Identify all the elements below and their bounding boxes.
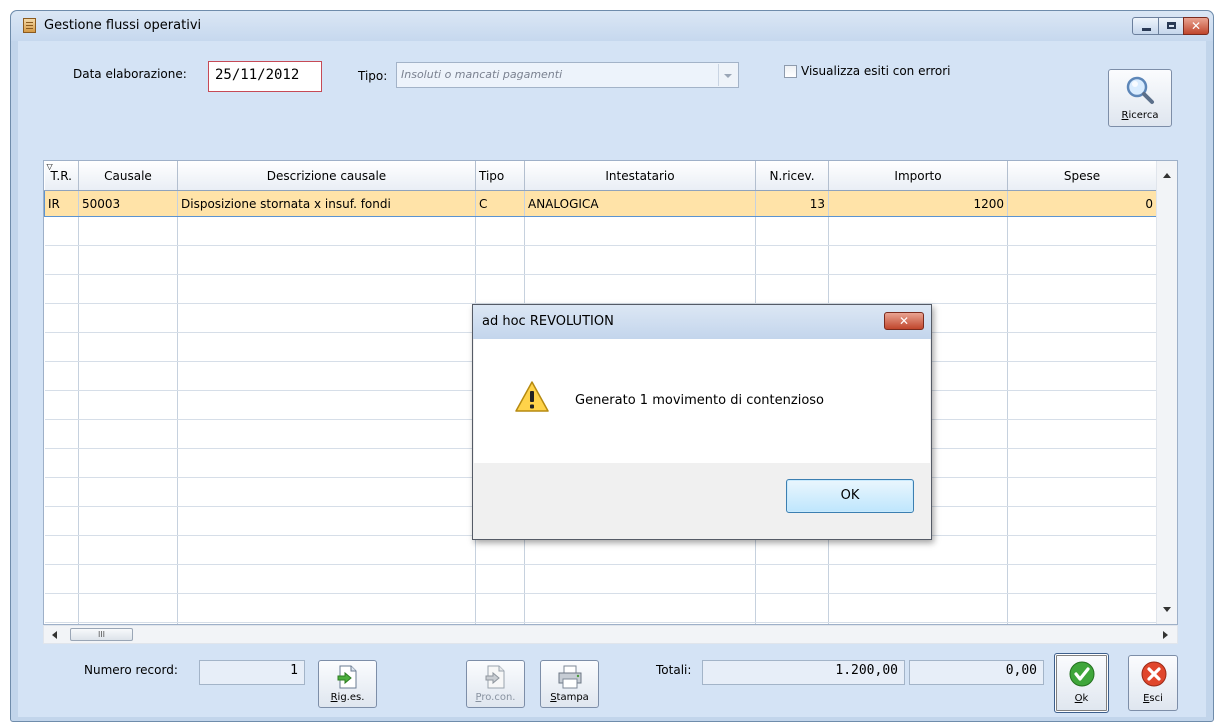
close-icon: ✕	[898, 314, 910, 328]
tipo-label: Tipo:	[358, 69, 388, 83]
numero-record-value: 1	[199, 660, 305, 685]
scroll-right-icon[interactable]	[1163, 631, 1168, 639]
cell-importo[interactable]: 1200	[828, 190, 1008, 217]
horizontal-scrollbar[interactable]: III	[43, 625, 1178, 644]
visualizza-label: Visualizza esiti con errori	[801, 64, 951, 78]
rig-es-button[interactable]: Rig.es.	[318, 660, 377, 708]
grid-header-row: T.R. ▽ Causale Descrizione causale Tipo I…	[44, 161, 1157, 191]
cell-causale[interactable]: 50003	[78, 190, 178, 217]
cell-descrizione[interactable]: Disposizione stornata x insuf. fondi	[177, 190, 476, 217]
scroll-left-icon[interactable]	[52, 631, 57, 639]
maximize-button[interactable]	[1158, 17, 1184, 35]
dialog-title: ad hoc REVOLUTION	[482, 314, 614, 329]
minimize-icon	[1142, 28, 1151, 31]
date-label: Data elaborazione:	[73, 67, 187, 81]
column-header-causale[interactable]: Causale	[78, 161, 178, 191]
window-title: Gestione flussi operativi	[44, 18, 202, 33]
filter-icon: ▽	[46, 162, 53, 171]
cell-intestatario[interactable]: ANALOGICA	[524, 190, 756, 217]
maximize-icon	[1167, 22, 1176, 29]
ok-label: Ok	[1074, 693, 1089, 704]
warning-icon	[515, 381, 549, 412]
scroll-thumb[interactable]: III	[70, 628, 133, 641]
column-header-tr[interactable]: T.R. ▽	[44, 161, 79, 191]
rig-es-label: Rig.es.	[330, 692, 365, 703]
close-icon: ✕	[1190, 19, 1202, 33]
cell-tipo[interactable]: C	[475, 190, 525, 217]
stampa-button[interactable]: Stampa	[540, 660, 599, 708]
checkmark-icon	[1069, 661, 1095, 687]
printer-icon	[558, 665, 582, 689]
tipo-select-value: Insoluti o mancati pagamenti	[401, 68, 563, 81]
cell-tr[interactable]: IR	[44, 190, 79, 217]
visualizza-checkbox[interactable]	[784, 65, 797, 78]
empty-row[interactable]	[44, 274, 1157, 304]
stampa-label: Stampa	[550, 692, 589, 703]
dialog-title-bar[interactable]: ad hoc REVOLUTION ✕	[473, 305, 931, 339]
esci-button[interactable]: Esci	[1128, 655, 1178, 711]
column-header-importo[interactable]: Importo	[828, 161, 1008, 191]
ricerca-button-label: Ricerca	[1121, 110, 1159, 121]
dialog-ok-button[interactable]: OK	[786, 479, 914, 513]
vertical-scrollbar[interactable]	[1156, 161, 1177, 624]
totale-importo: 1.200,00	[702, 660, 905, 685]
ricerca-button[interactable]: Ricerca	[1108, 69, 1172, 127]
tipo-select[interactable]: Insoluti o mancati pagamenti	[396, 62, 739, 88]
scroll-down-icon[interactable]	[1163, 607, 1171, 612]
dialog-message: Generato 1 movimento di contenzioso	[575, 393, 824, 408]
minimize-button[interactable]	[1132, 17, 1159, 35]
table-row[interactable]: IR 50003 Disposizione stornata x insuf. …	[44, 190, 1157, 217]
numero-record-label: Numero record:	[84, 663, 178, 677]
dialog-body: Generato 1 movimento di contenzioso	[474, 339, 930, 463]
column-header-intestatario[interactable]: Intestatario	[524, 161, 756, 191]
magnifier-icon	[1126, 76, 1154, 104]
column-header-spese[interactable]: Spese	[1007, 161, 1157, 191]
column-header-tipo[interactable]: Tipo	[475, 161, 525, 191]
chevron-down-icon[interactable]	[718, 64, 737, 86]
date-input[interactable]: 25/11/2012	[208, 61, 322, 92]
cell-nricev[interactable]: 13	[755, 190, 829, 217]
totali-label: Totali:	[656, 663, 692, 677]
empty-row[interactable]	[44, 564, 1157, 594]
column-header-nricev[interactable]: N.ricev.	[755, 161, 829, 191]
totale-spese: 0,00	[909, 660, 1044, 685]
exit-icon	[1141, 661, 1167, 687]
scroll-up-icon[interactable]	[1163, 173, 1171, 178]
empty-row[interactable]	[44, 593, 1157, 623]
app-icon	[23, 18, 36, 33]
document-arrow-icon	[337, 665, 357, 689]
message-dialog: ad hoc REVOLUTION ✕ Generato 1 movimento…	[472, 304, 932, 540]
ok-button[interactable]: Ok	[1054, 653, 1109, 713]
empty-row[interactable]	[44, 216, 1157, 246]
pro-con-button[interactable]: Pro.con.	[466, 660, 525, 708]
column-header-descrizione[interactable]: Descrizione causale	[177, 161, 476, 191]
dialog-close-button[interactable]: ✕	[884, 312, 924, 330]
close-button[interactable]: ✕	[1183, 17, 1209, 35]
empty-row[interactable]	[44, 245, 1157, 275]
cell-spese[interactable]: 0	[1007, 190, 1157, 217]
esci-label: Esci	[1143, 693, 1163, 704]
pro-con-label: Pro.con.	[475, 692, 516, 703]
title-bar[interactable]: Gestione flussi operativi ✕	[11, 11, 1213, 41]
document-arrow-disabled-icon	[485, 665, 505, 689]
